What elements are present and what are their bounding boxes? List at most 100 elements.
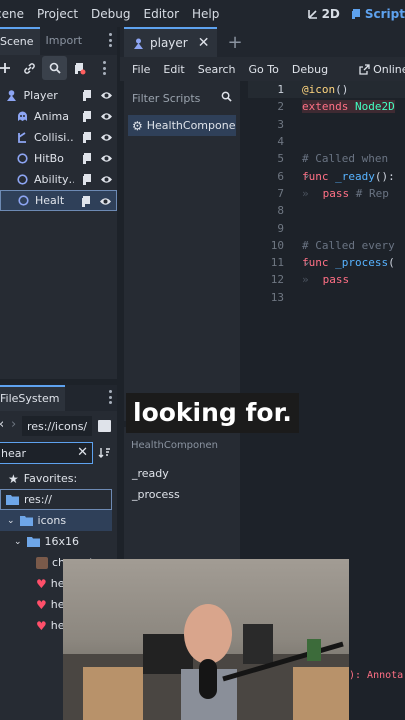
filter-nodes-button[interactable]: [42, 56, 67, 80]
code-line: 5 # Called when: [248, 150, 405, 167]
script-menu-file[interactable]: File: [132, 63, 150, 76]
code-text: # Called every: [302, 239, 395, 252]
code-token: (): [335, 83, 349, 97]
code-line: 10 # Called every: [248, 237, 405, 254]
line-number: 4: [277, 135, 284, 149]
error-line-fragment: ): Annota: [349, 670, 404, 681]
script-list-item[interactable]: ⚙ HealthCompone…: [128, 115, 236, 136]
online-docs-label: Online D: [373, 62, 405, 76]
close-tab-icon[interactable]: ✕: [198, 35, 210, 51]
script-menu-goto[interactable]: Go To: [249, 63, 279, 76]
heart-minus-file-icon: ♥: [36, 618, 47, 633]
webcam-overlay: [63, 559, 349, 720]
visibility-eye-icon[interactable]: [100, 110, 112, 123]
chevron-down-icon[interactable]: ⌄: [7, 516, 15, 526]
filter-methods-value: HealthComponen: [131, 439, 218, 451]
scene-tree-node[interactable]: Ability…: [0, 169, 117, 190]
filter-scripts-input[interactable]: Filter Scripts: [128, 87, 236, 109]
visibility-eye-icon[interactable]: [100, 131, 112, 144]
tab-filesystem[interactable]: FileSystem: [0, 385, 66, 411]
method-item[interactable]: _ready: [124, 463, 240, 484]
add-tab-icon[interactable]: +: [227, 32, 242, 53]
code-token: ():: [374, 169, 395, 183]
script-icon[interactable]: [81, 173, 93, 186]
visibility-eye-icon[interactable]: [100, 152, 112, 165]
path-value: res://icons/: [27, 419, 88, 433]
menu-project[interactable]: Project: [37, 7, 78, 21]
visibility-eye-icon[interactable]: [100, 173, 112, 186]
scene-tree-node[interactable]: ⌄ Player: [0, 85, 117, 106]
script-menu-search[interactable]: Search: [198, 63, 236, 76]
line-number: 12: [270, 273, 284, 287]
back-arrow-icon[interactable]: ‹: [0, 417, 4, 432]
scene-dock-tabs: Scene Import: [0, 27, 117, 55]
sort-icon[interactable]: [98, 446, 111, 459]
folder-row-16x16[interactable]: ⌄ 16x16: [0, 531, 117, 552]
menu-editor[interactable]: Editor: [144, 7, 180, 21]
script-icon[interactable]: [81, 152, 93, 165]
visibility-eye-icon[interactable]: [100, 89, 112, 102]
workspace-script-button[interactable]: Script: [350, 7, 405, 21]
link-icon: [24, 62, 35, 74]
filesystem-dock-tabs: FileSystem: [0, 385, 117, 411]
toggle-split-icon[interactable]: [98, 420, 111, 432]
folder-row-icons[interactable]: ⌄ icons: [0, 510, 112, 531]
instance-scene-button[interactable]: [17, 56, 42, 80]
filesystem-search-input[interactable]: hear ✕: [0, 442, 93, 464]
folder-row-res[interactable]: res://: [0, 489, 112, 510]
folder-icon: [19, 516, 33, 526]
forward-arrow-icon[interactable]: ›: [11, 417, 16, 432]
add-node-button[interactable]: [0, 56, 17, 80]
folder-label-icons: icons: [37, 514, 67, 527]
favorites-row[interactable]: ★ Favorites:: [0, 468, 117, 489]
tab-import[interactable]: Import: [40, 27, 89, 55]
script-icon[interactable]: [81, 110, 93, 123]
fold-chevron-icon[interactable]: ⌄: [304, 257, 309, 267]
code-text: func _ready():: [302, 170, 395, 183]
plus-icon: [0, 63, 10, 73]
visibility-eye-icon[interactable]: [99, 195, 111, 208]
external-link-icon: [359, 63, 370, 75]
scene-more-icon[interactable]: [92, 56, 117, 80]
menu-scene[interactable]: cene: [0, 7, 24, 21]
fold-chevron-icon[interactable]: ⌄: [304, 170, 309, 180]
code-token: _ready: [335, 169, 375, 183]
attach-script-button[interactable]: [67, 56, 92, 80]
character-file-icon: [36, 556, 48, 569]
script-icon[interactable]: [81, 89, 93, 102]
code-token: Node2D: [354, 100, 395, 114]
scene-node-label: Collisi…: [34, 131, 74, 144]
collision-shape-icon: [15, 131, 29, 145]
script-menu-debug[interactable]: Debug: [292, 63, 328, 76]
tab-player[interactable]: player ✕: [124, 27, 218, 57]
heart-file-icon: ♥: [36, 576, 47, 591]
scene-tree-node[interactable]: Collisi…: [0, 127, 117, 148]
chevron-down-icon[interactable]: ⌄: [14, 537, 22, 547]
code-token: # Called when: [302, 152, 389, 166]
line-number: 10: [270, 238, 284, 252]
filter-methods-input[interactable]: HealthComponen: [128, 435, 236, 455]
script-menu-edit[interactable]: Edit: [163, 63, 184, 76]
script-icon[interactable]: [81, 131, 93, 144]
2d-icon: [307, 9, 317, 19]
menu-help[interactable]: Help: [192, 7, 219, 21]
path-field[interactable]: res://icons/: [22, 416, 92, 436]
code-line: 1 @icon(): [248, 81, 405, 99]
clear-search-icon[interactable]: ✕: [77, 445, 88, 460]
chevron-down-icon[interactable]: ⌄: [0, 91, 2, 101]
scene-tree-node[interactable]: Anima: [0, 106, 117, 127]
method-item[interactable]: _process: [124, 484, 240, 505]
filesystem-path-row: ‹ › res://icons/: [0, 414, 117, 438]
code-line: 8: [248, 202, 405, 219]
scene-tree-node[interactable]: Healt: [0, 190, 117, 211]
scene-dock-menu-icon[interactable]: [109, 33, 113, 47]
filesystem-menu-icon[interactable]: [109, 390, 113, 404]
line-number: 11: [270, 256, 284, 270]
menu-debug[interactable]: Debug: [91, 7, 130, 21]
workspace-2d-button[interactable]: 2D: [307, 7, 340, 21]
code-token: (: [388, 256, 395, 270]
online-docs-button[interactable]: Online D: [359, 63, 405, 76]
tab-scene[interactable]: Scene: [0, 27, 40, 55]
script-icon[interactable]: [80, 195, 92, 208]
scene-tree-node[interactable]: HitBo: [0, 148, 117, 169]
